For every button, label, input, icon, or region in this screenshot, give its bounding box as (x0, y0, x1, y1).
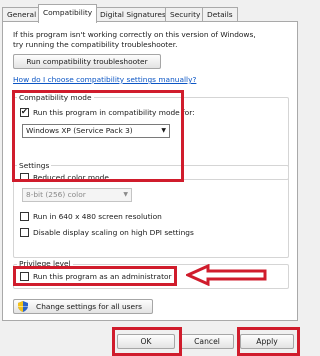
tab-general[interactable]: General (2, 7, 42, 22)
uac-shield-icon (18, 301, 28, 312)
run-troubleshooter-button[interactable]: Run compatibility troubleshooter (13, 54, 161, 69)
run-640x480-label[interactable]: Run in 640 x 480 screen resolution (33, 212, 162, 221)
tab-compatibility[interactable]: Compatibility (38, 4, 98, 23)
highlight-run-as-admin (13, 266, 177, 286)
disable-dpi-scaling-label[interactable]: Disable display scaling on high DPI sett… (33, 228, 194, 237)
help-link[interactable]: How do I choose compatibility settings m… (13, 75, 196, 84)
intro-line-1: If this program isn't working correctly … (13, 30, 256, 39)
run-640x480-checkbox[interactable] (20, 212, 29, 221)
disable-dpi-scaling-checkbox[interactable] (20, 228, 29, 237)
tab-security[interactable]: Security (165, 7, 206, 22)
tab-digital-signatures[interactable]: Digital Signatures (95, 7, 171, 22)
tab-strip: General Compatibility Digital Signatures… (2, 4, 298, 23)
change-settings-all-users-button[interactable]: Change settings for all users (13, 299, 153, 314)
highlight-apply-button (237, 327, 300, 356)
color-mode-select[interactable]: 8-bit (256) color ▼ (22, 188, 132, 202)
red-arrow-icon (186, 264, 267, 286)
change-settings-all-users-label: Change settings for all users (36, 302, 142, 311)
highlight-ok-button (112, 327, 182, 356)
color-mode-select-value: 8-bit (256) color (26, 190, 86, 199)
tab-details[interactable]: Details (202, 7, 238, 22)
chevron-down-icon: ▼ (123, 191, 128, 198)
cancel-button[interactable]: Cancel (180, 334, 234, 349)
intro-line-2: try running the compatibility troublesho… (13, 40, 178, 49)
highlight-compatibility-mode (12, 90, 184, 182)
